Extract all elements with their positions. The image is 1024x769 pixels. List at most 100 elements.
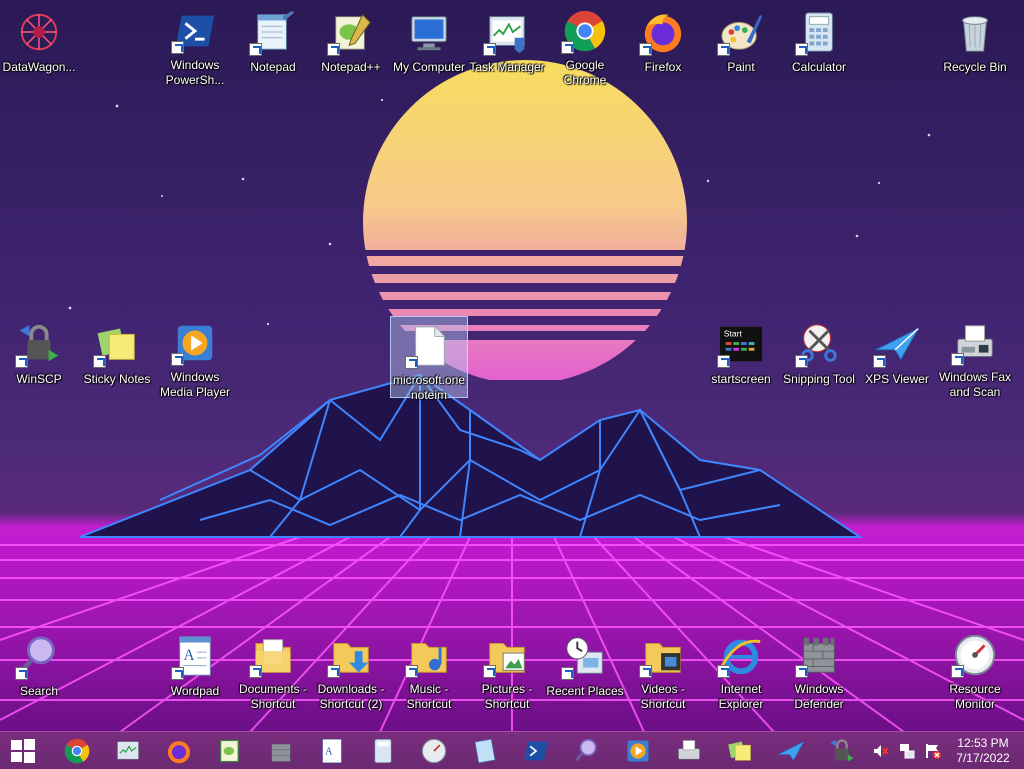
desktop-icon-notepad[interactable]: Notepad <box>234 2 312 84</box>
desktop-icon-notepadpp[interactable]: Notepad++ <box>312 2 390 84</box>
winscp-icon <box>830 738 854 761</box>
icon-label: Internet Explorer <box>718 682 764 711</box>
taskbar-winscp[interactable] <box>822 733 862 768</box>
taskbar-search[interactable] <box>567 733 607 768</box>
taskbar-xps-viewer-2[interactable] <box>771 733 811 768</box>
taskbar-resource-monitor[interactable] <box>414 733 454 768</box>
volume-muted-icon <box>874 744 889 757</box>
icon-label: Windows Defender <box>794 682 844 711</box>
taskbar-fax-scan[interactable] <box>669 733 709 768</box>
desktop-icon-winscp[interactable]: WinSCP <box>0 314 78 396</box>
pictures-folder-icon <box>483 632 531 678</box>
desktop-icon-music[interactable]: Music - Shortcut <box>390 626 468 711</box>
icon-label: Recent Places <box>546 684 624 698</box>
shortcut-arrow-icon <box>717 43 730 56</box>
chrome-icon <box>561 8 609 54</box>
icon-label: WinSCP <box>16 372 62 386</box>
desktop-icon-downloads[interactable]: Downloads - Shortcut (2) <box>312 626 390 711</box>
taskbar-calculator[interactable] <box>363 733 403 768</box>
desktop-icon-snipping-tool[interactable]: Snipping Tool <box>780 314 858 396</box>
shortcut-arrow-icon <box>639 43 652 56</box>
xps-viewer-icon <box>474 738 496 763</box>
shortcut-arrow-icon <box>171 667 184 680</box>
shortcut-arrow-icon <box>327 43 340 56</box>
resource-monitor-icon <box>951 632 999 678</box>
icon-label: Task Manager <box>469 60 545 74</box>
firefox-icon <box>639 8 687 56</box>
desktop-icon-videos[interactable]: Videos - Shortcut <box>624 626 702 711</box>
desktop-icon-resource-monitor[interactable]: Resource Monitor <box>936 626 1014 711</box>
shortcut-arrow-icon <box>171 353 184 366</box>
icon-label: Music - Shortcut <box>406 682 452 711</box>
taskbar-task-manager[interactable] <box>108 733 148 768</box>
snipping-tool-icon <box>795 320 843 368</box>
desktop-icon-internet-explorer[interactable]: Internet Explorer <box>702 626 780 711</box>
icon-label: Windows Fax and Scan <box>938 370 1012 399</box>
taskbar-defender[interactable] <box>261 733 301 768</box>
taskbar-notepadpp[interactable] <box>210 733 250 768</box>
desktop-icon-firefox[interactable]: Firefox <box>624 2 702 84</box>
media-player-icon <box>171 320 219 366</box>
desktop-icon-powershell[interactable]: Windows PowerSh... <box>156 2 234 87</box>
desktop-icon-my-computer[interactable]: My Computer <box>390 2 468 84</box>
shortcut-arrow-icon <box>249 43 262 56</box>
desktop-icon-startscreen[interactable]: Start startscreen <box>702 314 780 396</box>
shortcut-arrow-icon <box>249 665 262 678</box>
shortcut-arrow-icon <box>639 665 652 678</box>
recent-places-icon <box>561 632 609 680</box>
desktop-icon-search[interactable]: Search <box>0 626 78 708</box>
clock-date: 7/17/2022 <box>956 750 1010 765</box>
desktop-icon-task-manager[interactable]: Task Manager <box>468 2 546 84</box>
desktop-icon-sticky-notes[interactable]: Sticky Notes <box>78 314 156 396</box>
shortcut-arrow-icon <box>795 665 808 678</box>
network-icon <box>900 743 915 758</box>
taskbar-powershell[interactable] <box>516 733 556 768</box>
desktop-icon-windows-defender[interactable]: Windows Defender <box>780 626 858 711</box>
icon-label: Search <box>19 684 59 698</box>
taskbar-clock[interactable]: 12:53 PM 7/17/2022 <box>948 736 1018 766</box>
svg-text:A: A <box>184 647 195 664</box>
shortcut-arrow-icon <box>717 665 730 678</box>
icon-label: XPS Viewer <box>865 372 929 386</box>
start-button[interactable] <box>0 732 46 769</box>
desktop-icon-recent-places[interactable]: Recent Places <box>546 626 624 708</box>
notepadpp-icon <box>220 739 239 762</box>
tray-volume[interactable] <box>870 740 892 762</box>
desktop-icon-wordpad[interactable]: A Wordpad <box>156 626 234 708</box>
desktop-icon-media-player[interactable]: Windows Media Player <box>156 314 234 399</box>
desktop-icon-chrome[interactable]: Google Chrome <box>546 2 624 87</box>
desktop-icon-recycle-bin[interactable]: Recycle Bin <box>936 2 1014 84</box>
taskbar-sticky-notes[interactable] <box>720 733 760 768</box>
desktop-icon-paint[interactable]: Paint <box>702 2 780 84</box>
desktop[interactable]: DataWagon... Windows PowerSh... Notepad … <box>0 0 1024 732</box>
shortcut-arrow-icon <box>327 665 340 678</box>
taskbar-chrome[interactable] <box>57 733 97 768</box>
desktop-icon-fax-scan[interactable]: Windows Fax and Scan <box>936 314 1014 399</box>
tray-network[interactable] <box>896 740 918 762</box>
desktop-icon-pictures[interactable]: Pictures - Shortcut <box>468 626 546 711</box>
desktop-icon-xps-viewer[interactable]: XPS Viewer <box>858 314 936 396</box>
xps-viewer-icon <box>873 320 921 368</box>
desktop-icon-onenote-file[interactable]: microsoft.one noteim <box>390 316 468 402</box>
shortcut-arrow-icon <box>483 665 496 678</box>
fax-scan-icon <box>951 320 999 366</box>
icon-label: Windows PowerSh... <box>165 58 225 87</box>
tray-action-center[interactable] <box>922 740 944 762</box>
wordpad-icon: A <box>322 738 342 763</box>
taskbar-wordpad[interactable]: A <box>312 733 352 768</box>
desktop-icon-documents[interactable]: Documents - Shortcut <box>234 626 312 711</box>
search-icon <box>15 632 63 680</box>
wordpad-icon: A <box>171 632 219 680</box>
icon-label: Firefox <box>644 60 682 74</box>
shortcut-arrow-icon <box>873 355 886 368</box>
desktop-icon-datawagon[interactable]: DataWagon... <box>0 2 78 84</box>
icon-label: Notepad++ <box>321 60 381 74</box>
shortcut-arrow-icon <box>405 356 418 369</box>
taskbar-firefox[interactable] <box>159 733 199 768</box>
paint-icon <box>717 8 765 56</box>
taskbar-xps-viewer[interactable] <box>465 733 505 768</box>
defender-icon <box>795 632 843 678</box>
desktop-icon-calculator[interactable]: Calculator <box>780 2 858 84</box>
taskbar-media-player[interactable] <box>618 733 658 768</box>
icon-label: startscreen <box>711 372 771 386</box>
